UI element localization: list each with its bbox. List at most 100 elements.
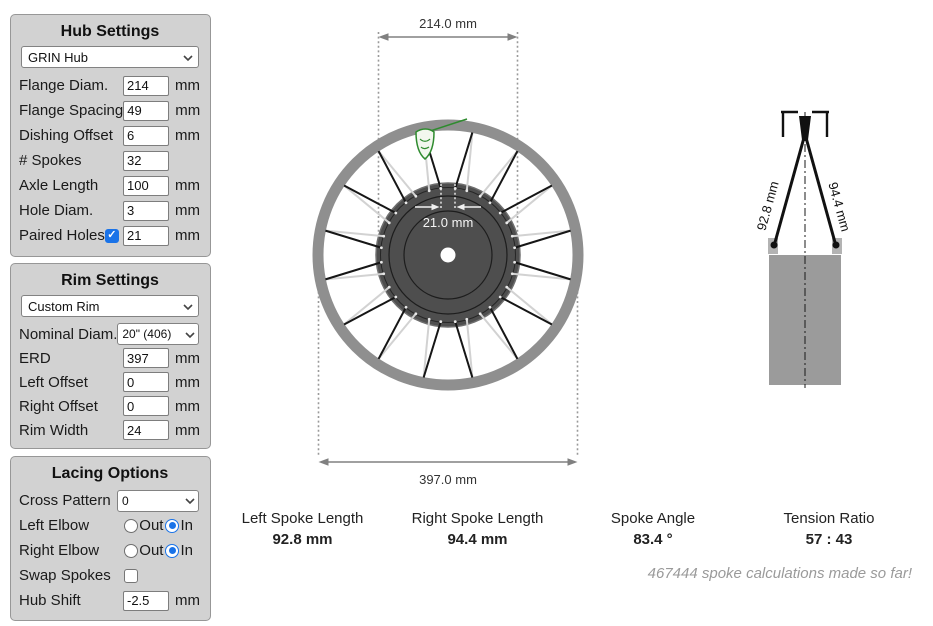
cross-pattern-label: Cross Pattern [19,492,117,509]
right-elbow-out-radio[interactable] [124,544,138,558]
paired-holes-input[interactable] [123,226,169,246]
hub-shift-input[interactable] [123,591,169,611]
hub-shift-unit: mm [175,592,201,609]
near-side-spoke [344,186,396,213]
rim-model-select[interactable]: Custom Rim [21,295,199,317]
nominal-diam-label: Nominal Diam. [19,326,117,343]
right-elbow-in-radio[interactable] [165,544,179,558]
result-value: 92.8 mm [225,529,380,550]
cross-pattern-select[interactable]: 0 [117,490,199,512]
result-right-spoke-length: Right Spoke Length 94.4 mm [400,508,555,550]
lacing-options-panel: Lacing Options Cross Pattern 0 Left Elbo… [10,456,211,621]
field-row-dishing-offset: Dishing Offset mm [19,123,201,148]
calculation-counter-note: 467444 spoke calculations made so far! [500,565,912,582]
rim-model-select-value: Custom Rim [28,299,183,314]
left-elbow-in-radio[interactable] [165,519,179,533]
flange-spacing-input[interactable] [123,101,169,121]
flange-diam-unit: mm [175,77,201,94]
near-side-spoke [344,297,396,324]
far-side-spoke [480,314,517,359]
chevron-down-icon [185,496,194,505]
dishing-offset-input[interactable] [123,126,169,146]
field-row-axle-length: Axle Length mm [19,173,201,198]
right-elbow-out-label: Out [139,542,163,559]
hub-spoke-hole [505,221,508,224]
left-offset-input[interactable] [123,372,169,392]
hole-diam-input[interactable] [123,201,169,221]
hub-model-select-value: GRIN Hub [28,50,183,65]
near-side-spoke [490,151,517,203]
near-side-spoke [379,307,406,359]
result-value: 83.4 ° [580,529,726,550]
hub-settings-title: Hub Settings [19,23,201,41]
arrow-right-icon [508,33,518,41]
hub-spoke-hole [394,212,397,215]
flange-diam-label: Flange Diam. [19,77,123,94]
flange-diam-input[interactable] [123,76,169,96]
axle-hole [441,248,456,263]
right-offset-label: Right Offset [19,398,123,415]
hub-spoke-hole [479,195,482,198]
result-label: Spoke Angle [580,508,726,529]
field-row-flange-diam: Flange Diam. mm [19,73,201,98]
hub-spoke-hole [505,286,508,289]
far-side-spoke [344,287,389,324]
far-side-spoke [480,151,517,196]
hub-spoke-hole [499,212,502,215]
flange-dim-label: 214.0 mm [419,16,477,31]
hub-spoke-hole [511,235,514,238]
left-elbow-out-label: Out [139,517,163,534]
hub-spoke-hole [489,201,492,204]
field-row-hole-diam: Hole Diam. mm [19,198,201,223]
right-elbow-label: Right Elbow [19,542,124,559]
dishing-offset-unit: mm [175,127,201,144]
field-row-hub-shift: Hub Shift mm [19,588,201,613]
result-label: Left Spoke Length [225,508,380,529]
result-spoke-angle: Spoke Angle 83.4 ° [580,508,726,550]
paired-holes-unit: mm [175,227,201,244]
result-label: Right Spoke Length [400,508,555,529]
hub-spoke-hole [428,318,431,321]
field-row-right-offset: Right Offset mm [19,394,201,418]
spoke-count-input[interactable] [123,151,169,171]
left-spoke-length-label: 92.8 mm [754,179,782,232]
spoke-count-label: # Spokes [19,152,123,169]
near-side-spoke [500,186,552,213]
rim-section-right [812,112,829,137]
axle-length-input[interactable] [123,176,169,196]
left-offset-unit: mm [175,374,201,391]
cross-pattern-select-value: 0 [122,494,185,508]
spoke-calculator-app: Hub Settings GRIN Hub Flange Diam. mm Fl… [0,0,933,626]
wheel-front-view-diagram: 214.0 mm 397.0 mm 21.0 mm [258,8,640,490]
arrow-left-icon [319,458,329,466]
erd-unit: mm [175,350,201,367]
left-elbow-out-radio[interactable] [124,519,138,533]
hub-spoke-hole [511,272,514,275]
field-row-swap-spokes: Swap Spokes [19,563,201,588]
paired-holes-label: Paired Holes [19,227,105,244]
hub-spoke-hole [513,246,516,249]
erd-label: ERD [19,350,123,367]
hub-spoke-hole [479,312,482,315]
flange-spacing-unit: mm [175,102,201,119]
right-offset-unit: mm [175,398,201,415]
swap-spokes-label: Swap Spokes [19,567,124,584]
hub-spoke-hole [388,286,391,289]
paired-holes-checkbox[interactable]: ✓ [105,229,119,243]
arrow-right-icon [568,458,578,466]
nominal-diam-select[interactable]: 20" (406) [117,323,199,345]
erd-input[interactable] [123,348,169,368]
far-side-spoke [507,287,552,324]
arrow-left-icon [379,33,389,41]
hub-spoke-hole [414,195,417,198]
hub-model-select[interactable]: GRIN Hub [21,46,199,68]
swap-spokes-checkbox[interactable] [124,569,138,583]
hub-spoke-hole [405,201,408,204]
hub-spoke-hole [414,312,417,315]
rim-width-input[interactable] [123,420,169,440]
far-side-spoke [507,186,552,223]
lacing-options-title: Lacing Options [19,465,201,483]
pair-spacing-label: 21.0 mm [423,215,474,230]
right-offset-input[interactable] [123,396,169,416]
right-elbow-in-label: In [180,542,193,559]
